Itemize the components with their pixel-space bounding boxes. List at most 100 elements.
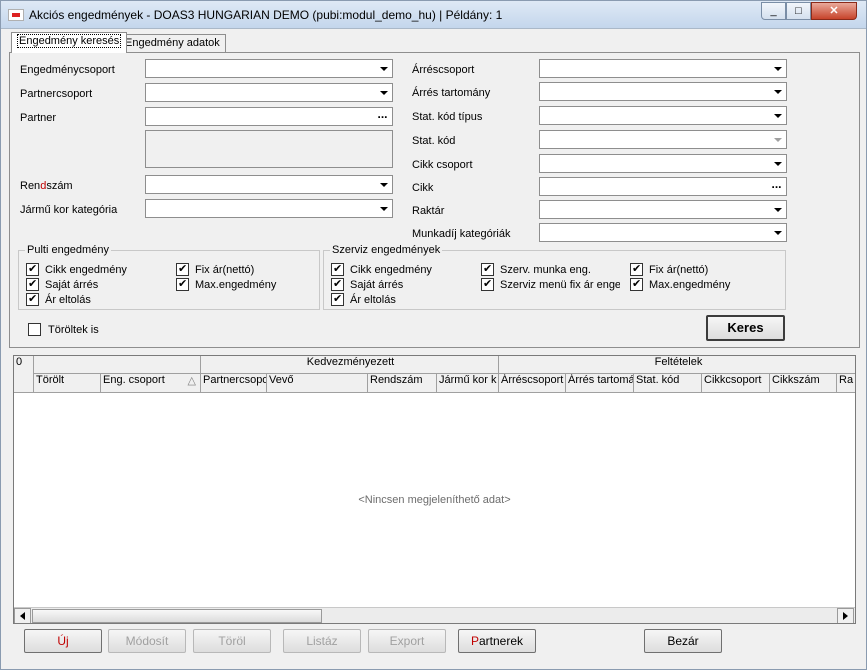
- chevron-down-icon[interactable]: [770, 156, 785, 171]
- stat-kod-tipus-label: Stat. kód típus: [412, 111, 483, 123]
- ellipsis-button[interactable]: ...: [769, 178, 784, 194]
- col-cikkcsoport[interactable]: Cikkcsoport: [702, 374, 770, 393]
- cikk-input[interactable]: ...: [539, 177, 787, 196]
- window-title: Akciós engedmények - DOAS3 HUNGARIAN DEM…: [29, 8, 503, 22]
- partner-input[interactable]: ...: [145, 107, 393, 126]
- cikk-label: Cikk: [412, 182, 434, 194]
- col-raktar[interactable]: Ra: [837, 374, 855, 393]
- col-partnercsoport[interactable]: Partnercsopo: [201, 374, 267, 393]
- close-button[interactable]: ✕: [811, 2, 857, 20]
- szerviz-max-label: Max.engedmény: [649, 279, 731, 291]
- app-icon: [8, 9, 24, 21]
- horizontal-scrollbar[interactable]: [14, 607, 855, 623]
- szerviz-max-checkbox[interactable]: [630, 277, 643, 291]
- stat-kod-select: [539, 130, 787, 149]
- stat-kod-tipus-select[interactable]: [539, 106, 787, 125]
- jarmu-kor-select[interactable]: [145, 199, 393, 218]
- szerviz-sajat-label: Saját árrés: [350, 279, 404, 291]
- scroll-left-button[interactable]: [14, 608, 31, 623]
- partnercsoport-select[interactable]: [145, 83, 393, 102]
- szerviz-cikk-checkbox[interactable]: [331, 262, 344, 276]
- chevron-down-icon[interactable]: [770, 202, 785, 217]
- cikk-csoport-label: Cikk csoport: [412, 159, 473, 171]
- szerviz-munka-label: Szerv. munka eng.: [500, 264, 591, 276]
- col-torolt[interactable]: Törölt: [34, 374, 101, 393]
- engedmenycsoport-label: Engedménycsoport: [20, 64, 115, 76]
- scroll-thumb[interactable]: [32, 609, 322, 623]
- pulti-group-title: Pulti engedmény: [25, 244, 111, 256]
- col-vevo[interactable]: Vevő: [267, 374, 368, 393]
- raktar-label: Raktár: [412, 205, 445, 217]
- partnercsoport-label: Partnercsoport: [20, 88, 93, 100]
- arres-tartomany-label: Árrés tartomány: [412, 87, 491, 99]
- torol-button[interactable]: Töröl: [193, 629, 271, 653]
- szerviz-group: Szerviz engedmények Cikk engedmény Saját…: [323, 244, 786, 310]
- szerviz-ar-eltolas-label: Ár eltolás: [350, 294, 396, 306]
- pulti-cikk-checkbox[interactable]: [26, 262, 39, 276]
- bezar-button[interactable]: Bezár: [644, 629, 722, 653]
- raktar-select[interactable]: [539, 200, 787, 219]
- arrescsoport-select[interactable]: [539, 59, 787, 78]
- arrow-right-icon: [843, 612, 848, 620]
- tab-engedmeny-adatok[interactable]: Engedmény adatok: [119, 34, 226, 52]
- pulti-fix-ar-checkbox[interactable]: [176, 262, 189, 276]
- toroltek-label: Töröltek is: [48, 324, 99, 336]
- grid-group-feltetelek: Feltételek: [499, 356, 855, 374]
- minimize-button[interactable]: _: [761, 2, 786, 20]
- cikk-csoport-select[interactable]: [539, 154, 787, 173]
- arres-tartomany-select[interactable]: [539, 82, 787, 101]
- szerviz-fix-ar-checkbox[interactable]: [630, 262, 643, 276]
- chevron-down-icon[interactable]: [770, 225, 785, 240]
- keres-button[interactable]: Keres: [706, 315, 785, 341]
- results-grid[interactable]: 0 Kedvezményezett Feltételek Törölt Eng.…: [13, 355, 856, 624]
- chevron-down-icon[interactable]: [376, 85, 391, 100]
- szerviz-menu-checkbox[interactable]: [481, 277, 494, 291]
- ellipsis-button[interactable]: ...: [375, 108, 390, 124]
- chevron-down-icon[interactable]: [376, 201, 391, 216]
- munkadij-select[interactable]: [539, 223, 787, 242]
- chevron-down-icon[interactable]: [770, 84, 785, 99]
- grid-empty-message: <Nincsen megjeleníthető adat>: [358, 494, 511, 506]
- chevron-down-icon[interactable]: [376, 61, 391, 76]
- pulti-sajat-label: Saját árrés: [45, 279, 99, 291]
- col-eng-csoport[interactable]: Eng. csoport △: [101, 374, 201, 393]
- partner-label: Partner: [20, 112, 57, 124]
- pulti-max-checkbox[interactable]: [176, 277, 189, 291]
- engedmenycsoport-select[interactable]: [145, 59, 393, 78]
- szerviz-group-title: Szerviz engedmények: [330, 244, 443, 256]
- pulti-ar-eltolas-checkbox[interactable]: [26, 292, 39, 306]
- maximize-button[interactable]: □: [786, 2, 811, 20]
- col-arrescsoport[interactable]: Árréscsoport: [499, 374, 566, 393]
- search-panel: Engedménycsoport Partnercsoport Partner …: [9, 52, 860, 348]
- listaz-button[interactable]: Listáz: [283, 629, 361, 653]
- col-jarmu-kor[interactable]: Jármű kor k: [437, 374, 499, 393]
- rendszam-label: Rendszám: [20, 180, 73, 192]
- stat-kod-label: Stat. kód: [412, 135, 456, 147]
- tab-engedmeny-kereses[interactable]: Engedmény keresés: [11, 32, 128, 53]
- szerviz-cikk-label: Cikk engedmény: [350, 264, 432, 276]
- pulti-sajat-checkbox[interactable]: [26, 277, 39, 291]
- grid-group-kedvezmenyezett: Kedvezményezett: [201, 356, 499, 374]
- col-rendszam[interactable]: Rendszám: [368, 374, 437, 393]
- uj-button[interactable]: Új: [24, 629, 102, 653]
- col-cikkszam[interactable]: Cikkszám: [770, 374, 837, 393]
- szerviz-munka-checkbox[interactable]: [481, 262, 494, 276]
- col-arres-tartomany[interactable]: Árrés tartomá: [566, 374, 634, 393]
- pulti-cikk-label: Cikk engedmény: [45, 264, 127, 276]
- col-stat-kod[interactable]: Stat. kód: [634, 374, 702, 393]
- rendszam-select[interactable]: [145, 175, 393, 194]
- arrescsoport-label: Árréscsoport: [412, 64, 475, 76]
- chevron-down-icon[interactable]: [770, 61, 785, 76]
- szerviz-sajat-checkbox[interactable]: [331, 277, 344, 291]
- chevron-down-icon[interactable]: [770, 108, 785, 123]
- export-button[interactable]: Export: [368, 629, 446, 653]
- szerviz-ar-eltolas-checkbox[interactable]: [331, 292, 344, 306]
- chevron-down-icon: [770, 132, 785, 147]
- scroll-right-button[interactable]: [837, 608, 854, 623]
- grid-corner[interactable]: 0: [14, 356, 34, 393]
- toroltek-checkbox[interactable]: [28, 323, 41, 336]
- pulti-ar-eltolas-label: Ár eltolás: [45, 294, 91, 306]
- chevron-down-icon[interactable]: [376, 177, 391, 192]
- modosit-button[interactable]: Módosít: [108, 629, 186, 653]
- partnerek-button[interactable]: Partnerek: [458, 629, 536, 653]
